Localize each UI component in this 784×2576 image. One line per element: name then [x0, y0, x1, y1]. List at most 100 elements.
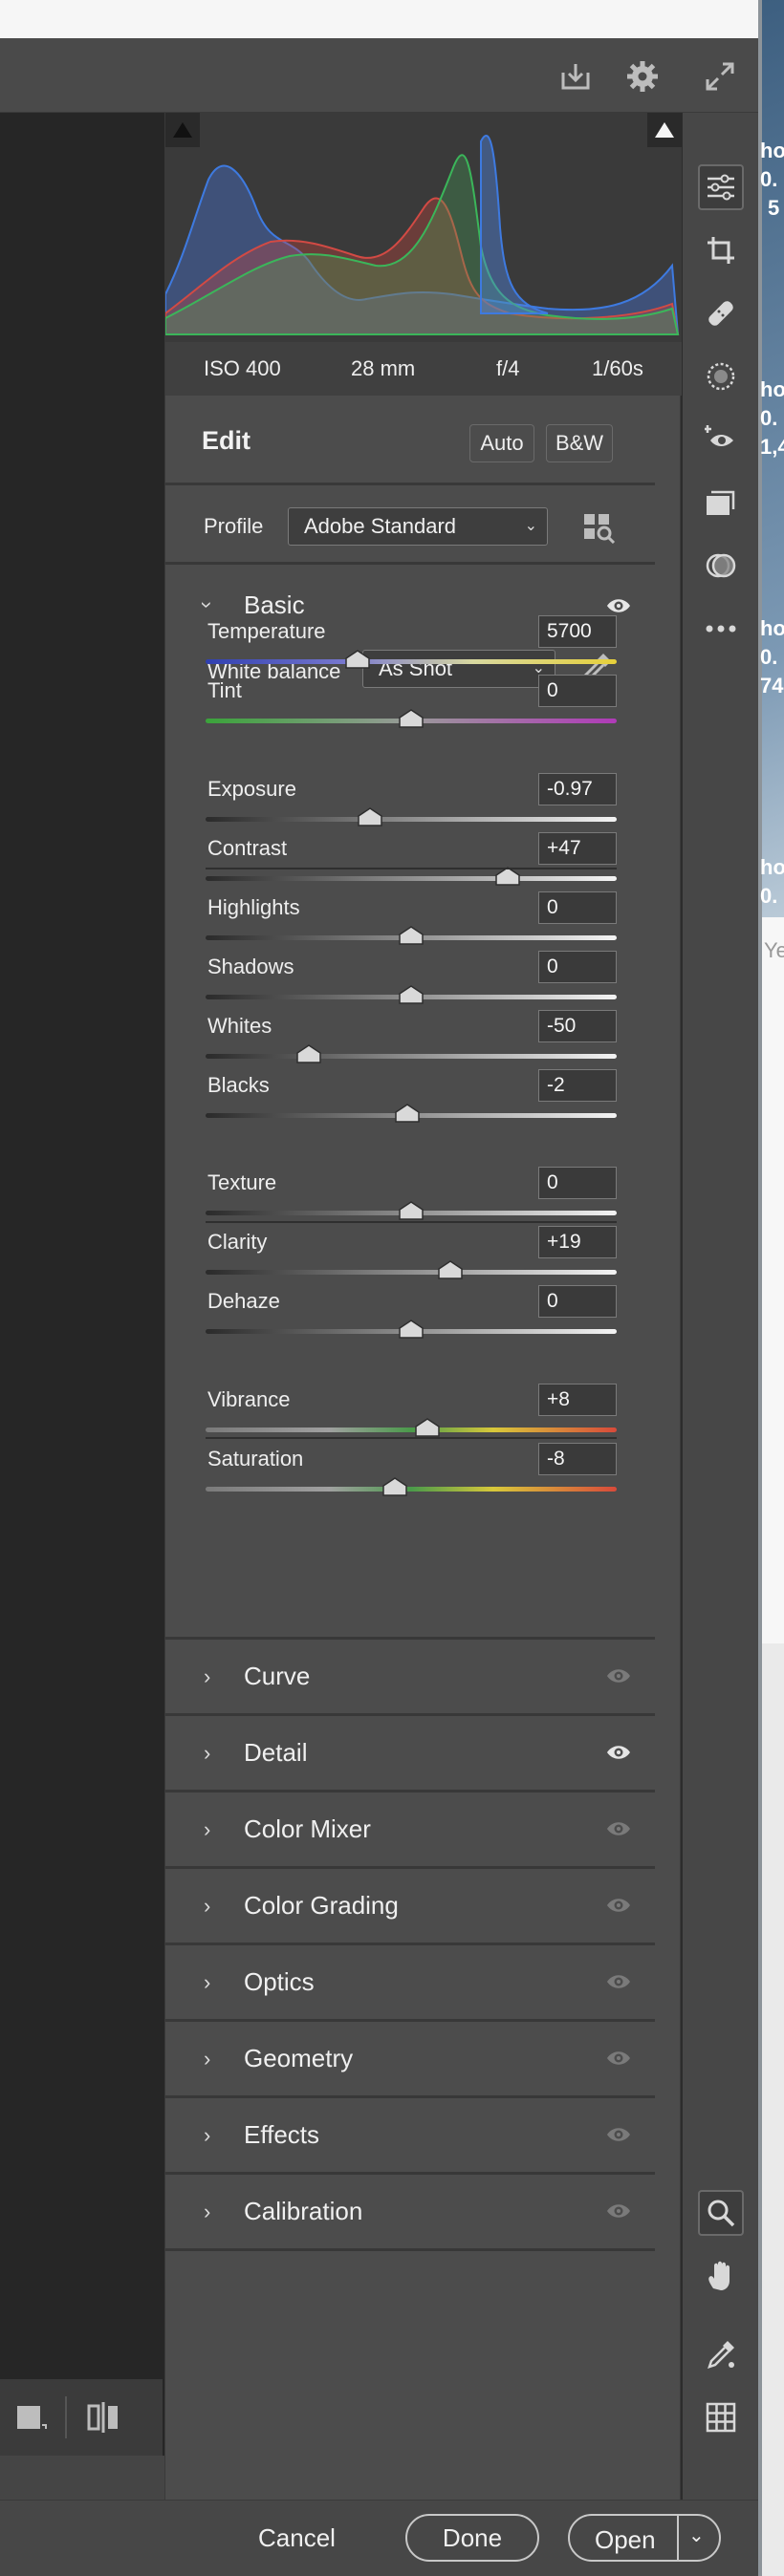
- masking-tool-icon[interactable]: [698, 354, 744, 399]
- clarity-track[interactable]: [206, 1270, 617, 1275]
- section-calibration[interactable]: › Calibration: [165, 2175, 655, 2251]
- exif-aperture: f/4: [496, 356, 520, 380]
- temperature-label: Temperature: [207, 619, 326, 643]
- shadows-value-input[interactable]: 0: [538, 951, 617, 983]
- whites-slider[interactable]: Whites -50: [206, 1010, 617, 1071]
- dehaze-thumb[interactable]: [399, 1320, 424, 1339]
- dehaze-slider[interactable]: Dehaze 0: [206, 1285, 617, 1346]
- clarity-slider[interactable]: Clarity +19: [206, 1226, 617, 1287]
- section-detail[interactable]: › Detail: [165, 1716, 655, 1792]
- section-color-mixer[interactable]: › Color Mixer: [165, 1792, 655, 1869]
- red-eye-tool-icon[interactable]: [698, 417, 744, 462]
- vibrance-track[interactable]: [206, 1428, 617, 1432]
- contrast-track[interactable]: [206, 876, 617, 881]
- bw-button[interactable]: B&W: [546, 424, 613, 462]
- contrast-thumb[interactable]: [495, 867, 520, 886]
- temperature-track[interactable]: [206, 659, 617, 664]
- save-image-icon[interactable]: [556, 57, 595, 96]
- visibility-eye-icon[interactable]: [605, 1819, 632, 1838]
- exposure-track[interactable]: [206, 817, 617, 822]
- visibility-eye-icon[interactable]: [605, 1743, 632, 1762]
- temperature-thumb[interactable]: [345, 650, 370, 669]
- exposure-slider[interactable]: Exposure -0.97: [206, 773, 617, 834]
- section-color-grading[interactable]: › Color Grading: [165, 1869, 655, 1945]
- saturation-slider[interactable]: Saturation -8: [206, 1443, 617, 1504]
- profile-browser-icon[interactable]: [582, 511, 617, 548]
- vibrance-value-input[interactable]: +8: [538, 1384, 617, 1416]
- zoom-tool-icon[interactable]: [698, 2190, 744, 2236]
- slider-group-divider: [206, 868, 617, 869]
- section-curve[interactable]: › Curve: [165, 1640, 655, 1716]
- whites-value-input[interactable]: -50: [538, 1010, 617, 1042]
- vibrance-slider[interactable]: Vibrance +8: [206, 1384, 617, 1445]
- grid-overlay-icon[interactable]: [698, 2394, 744, 2440]
- cancel-button[interactable]: Cancel: [258, 2523, 336, 2553]
- shadows-thumb[interactable]: [399, 985, 424, 1004]
- crop-tool-icon[interactable]: [698, 227, 744, 273]
- whites-track[interactable]: [206, 1054, 617, 1059]
- visibility-eye-icon[interactable]: [605, 1896, 632, 1915]
- highlights-slider[interactable]: Highlights 0: [206, 891, 617, 953]
- blacks-thumb[interactable]: [394, 1104, 420, 1123]
- visibility-eye-icon[interactable]: [605, 2201, 632, 2221]
- chevron-down-icon: ⌄: [524, 518, 537, 534]
- blacks-slider[interactable]: Blacks -2: [206, 1069, 617, 1130]
- blacks-value-input[interactable]: -2: [538, 1069, 617, 1102]
- exposure-value-input[interactable]: -0.97: [538, 773, 617, 805]
- section-title: Color Mixer: [244, 1814, 371, 1843]
- sampler-tool-icon[interactable]: [698, 2331, 744, 2377]
- section-optics[interactable]: › Optics: [165, 1945, 655, 2022]
- whites-thumb[interactable]: [295, 1044, 321, 1063]
- exif-focal-length: 28 mm: [351, 356, 416, 380]
- vibrance-thumb[interactable]: [415, 1418, 440, 1437]
- edit-tool-icon[interactable]: [698, 164, 744, 210]
- texture-value-input[interactable]: 0: [538, 1167, 617, 1199]
- saturation-track[interactable]: [206, 1487, 617, 1492]
- temperature-value-input[interactable]: 5700: [538, 615, 617, 648]
- tint-thumb[interactable]: [399, 709, 424, 728]
- more-options-icon[interactable]: [698, 606, 744, 652]
- shadows-slider[interactable]: Shadows 0: [206, 951, 617, 1012]
- temperature-slider[interactable]: Temperature 5700: [206, 615, 617, 676]
- compare-view-icon[interactable]: [86, 2402, 120, 2437]
- section-effects[interactable]: › Effects: [165, 2098, 655, 2175]
- exposure-thumb[interactable]: [358, 807, 382, 826]
- section-geometry[interactable]: › Geometry: [165, 2022, 655, 2098]
- whites-label: Whites: [207, 1014, 272, 1038]
- clarity-value-input[interactable]: +19: [538, 1226, 617, 1258]
- saturation-value-input[interactable]: -8: [538, 1443, 617, 1475]
- tint-value-input[interactable]: 0: [538, 675, 617, 707]
- done-button[interactable]: Done: [405, 2514, 539, 2562]
- tint-slider[interactable]: Tint 0: [206, 675, 617, 736]
- texture-slider[interactable]: Texture 0: [206, 1167, 617, 1228]
- exif-iso: ISO 400: [204, 356, 281, 380]
- visibility-eye-icon[interactable]: [605, 2049, 632, 2068]
- contrast-value-input[interactable]: +47: [538, 832, 617, 865]
- hand-tool-icon[interactable]: [698, 2253, 744, 2299]
- visibility-eye-icon[interactable]: [605, 596, 632, 615]
- dehaze-value-input[interactable]: 0: [538, 1285, 617, 1318]
- highlights-thumb[interactable]: [399, 926, 424, 945]
- profile-select[interactable]: Adobe Standard ⌄: [288, 507, 548, 546]
- contrast-slider[interactable]: Contrast +47: [206, 832, 617, 893]
- highlight-clipping-icon[interactable]: [647, 113, 682, 147]
- snapshots-icon[interactable]: [698, 480, 744, 526]
- visibility-eye-icon[interactable]: [605, 2125, 632, 2144]
- visibility-eye-icon[interactable]: [605, 1972, 632, 1991]
- texture-thumb[interactable]: [399, 1201, 424, 1220]
- clarity-thumb[interactable]: [438, 1260, 463, 1279]
- saturation-label: Saturation: [207, 1447, 304, 1470]
- saturation-thumb[interactable]: [382, 1477, 407, 1496]
- shadow-clipping-icon[interactable]: [165, 113, 200, 147]
- gear-icon[interactable]: [623, 57, 662, 96]
- healing-tool-icon[interactable]: [698, 290, 744, 336]
- highlights-value-input[interactable]: 0: [538, 891, 617, 924]
- open-button[interactable]: Open ⌄: [568, 2514, 721, 2562]
- auto-button[interactable]: Auto: [469, 424, 534, 462]
- visibility-eye-icon[interactable]: [605, 1666, 632, 1685]
- presets-icon[interactable]: [698, 543, 744, 589]
- chevron-down-icon[interactable]: ⌄: [688, 2523, 705, 2547]
- fullscreen-icon[interactable]: [701, 57, 739, 96]
- before-after-icon[interactable]: [15, 2402, 48, 2437]
- image-canvas[interactable]: [0, 113, 164, 2498]
